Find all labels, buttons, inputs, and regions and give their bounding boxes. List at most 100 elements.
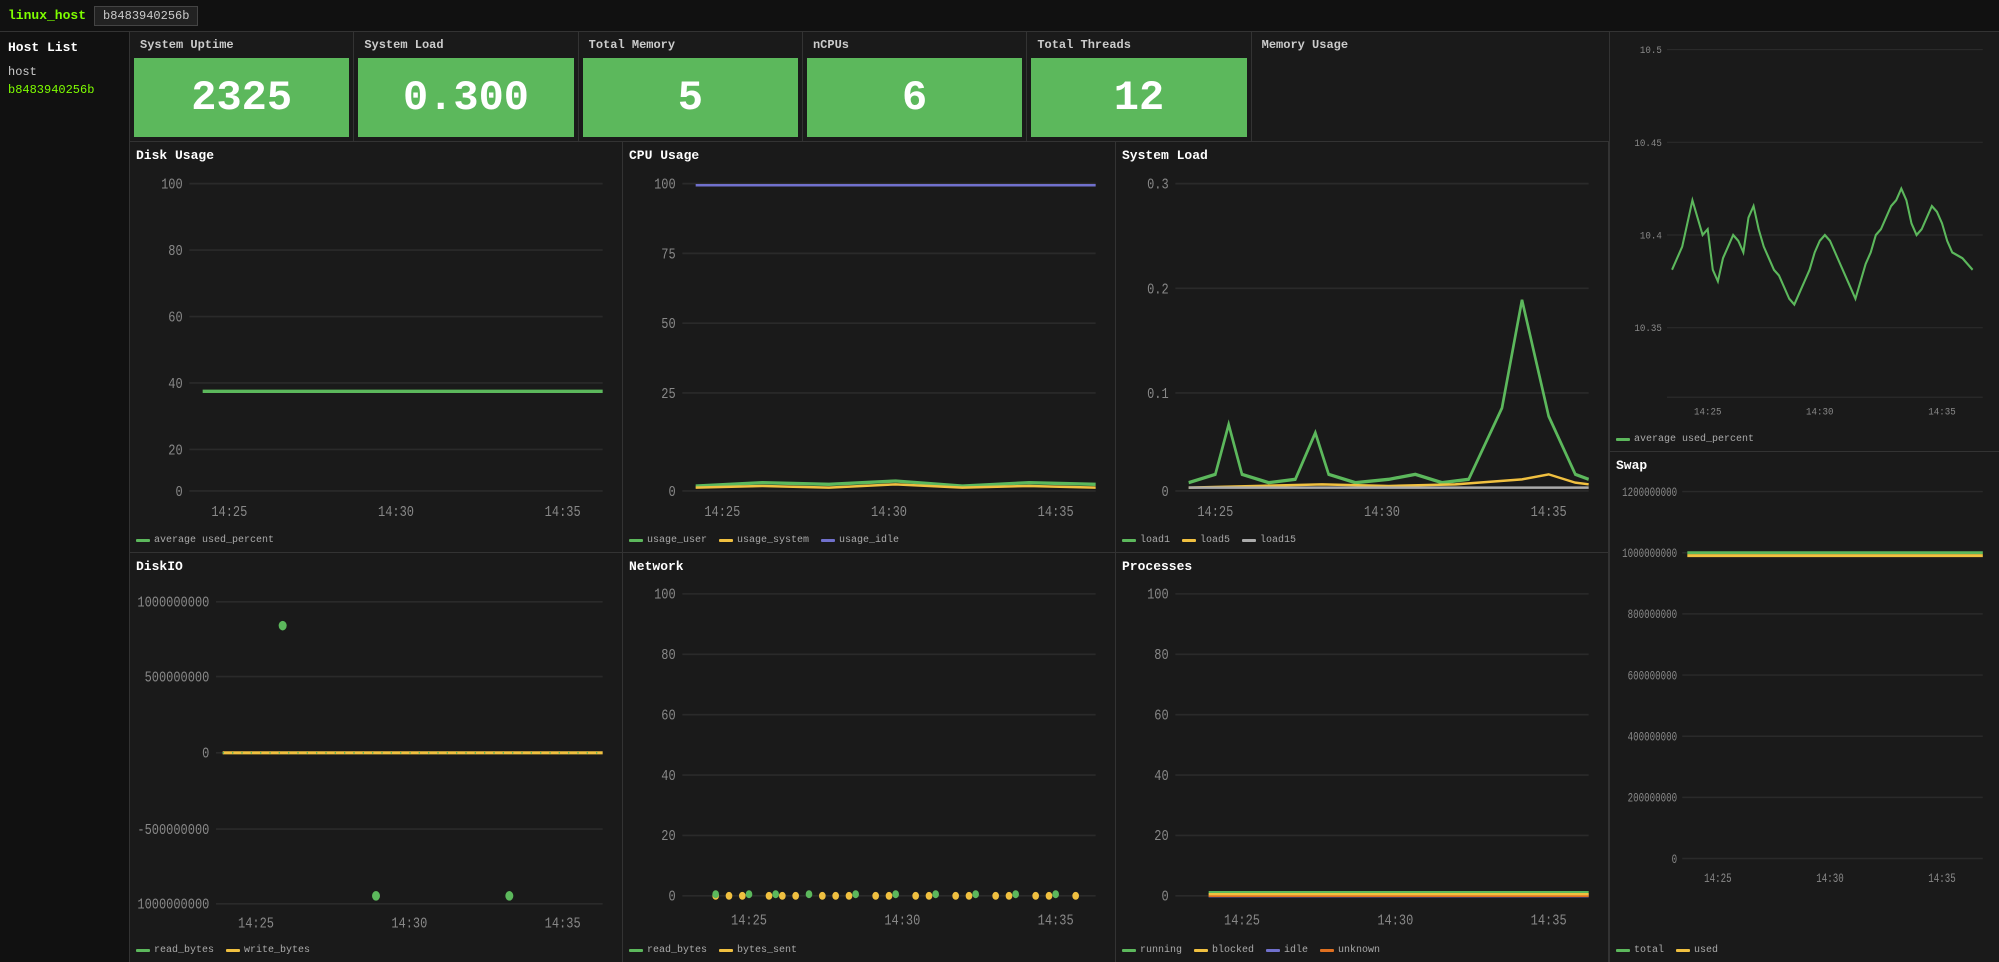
- system-load-title: System Load: [1122, 148, 1602, 163]
- legend-load5: load5: [1182, 535, 1230, 546]
- legend-idle: idle: [1266, 945, 1308, 956]
- svg-text:14:30: 14:30: [1377, 912, 1413, 928]
- svg-text:0: 0: [668, 485, 675, 502]
- svg-text:0: 0: [1672, 854, 1678, 868]
- swap-panel: Swap 1200000000 1000000000 800000000 600…: [1610, 452, 1999, 962]
- legend-blocked: blocked: [1194, 945, 1254, 956]
- stat-threads-value: 12: [1031, 58, 1246, 137]
- diskio-chart: 1000000000 500000000 0 -500000000 -10000…: [136, 578, 616, 944]
- svg-text:14:30: 14:30: [884, 912, 920, 928]
- host-id[interactable]: b8483940256b: [94, 6, 198, 26]
- svg-text:14:30: 14:30: [1816, 873, 1844, 887]
- legend-running: running: [1122, 945, 1182, 956]
- stat-ncpus: nCPUs 6: [803, 32, 1027, 141]
- stat-memory-usage-title: Memory Usage: [1252, 32, 1609, 54]
- swap-title: Swap: [1616, 458, 1993, 473]
- diskio-panel: DiskIO 1000000000 500000000 0 -500000000…: [130, 553, 623, 962]
- svg-text:14:35: 14:35: [1531, 505, 1567, 522]
- stat-memory-title: Total Memory: [579, 32, 802, 54]
- svg-text:1000000000: 1000000000: [137, 594, 209, 610]
- charts-row-2: DiskIO 1000000000 500000000 0 -500000000…: [130, 553, 1609, 962]
- svg-text:14:25: 14:25: [211, 505, 247, 522]
- network-title: Network: [629, 559, 1109, 574]
- stat-threads: Total Threads 12: [1027, 32, 1251, 141]
- memory-usage-chart: 10.5 10.45 10.4 10.35 14:25 14:30 14:35: [1616, 38, 1993, 432]
- svg-text:25: 25: [661, 387, 675, 404]
- legend-usage-idle: usage_idle: [821, 535, 899, 546]
- svg-text:14:35: 14:35: [545, 505, 581, 522]
- sidebar-item-host[interactable]: host: [8, 63, 121, 81]
- svg-text:40: 40: [1154, 767, 1168, 783]
- legend-swap-used: used: [1676, 945, 1718, 956]
- svg-text:14:30: 14:30: [391, 915, 427, 931]
- svg-text:14:35: 14:35: [1928, 406, 1956, 418]
- cpu-usage-title: CPU Usage: [629, 148, 1109, 163]
- main-content: System Uptime 2325 System Load 0.300 Tot…: [130, 32, 1609, 962]
- system-load-chart: 0.3 0.2 0.1 0 14:25 14:30 14:35: [1122, 167, 1602, 533]
- legend-load15: load15: [1242, 535, 1296, 546]
- svg-text:20: 20: [661, 828, 675, 844]
- svg-text:0: 0: [1161, 888, 1168, 904]
- stat-ncpus-value: 6: [807, 58, 1022, 137]
- stat-threads-title: Total Threads: [1027, 32, 1250, 54]
- legend-unknown: unknown: [1320, 945, 1380, 956]
- svg-text:400000000: 400000000: [1628, 731, 1678, 745]
- svg-text:14:35: 14:35: [1531, 912, 1567, 928]
- svg-text:-1000000000: -1000000000: [136, 896, 209, 912]
- svg-text:60: 60: [168, 310, 182, 327]
- cpu-usage-legend: usage_user usage_system usage_idle: [629, 535, 1109, 546]
- stat-load-value: 0.300: [358, 58, 573, 137]
- svg-text:14:25: 14:25: [1197, 505, 1233, 522]
- svg-text:14:30: 14:30: [871, 505, 907, 522]
- svg-text:0.2: 0.2: [1147, 282, 1169, 299]
- processes-title: Processes: [1122, 559, 1602, 574]
- svg-text:14:35: 14:35: [1928, 873, 1956, 887]
- legend-swap-total: total: [1616, 945, 1664, 956]
- stat-memory-value: 5: [583, 58, 798, 137]
- svg-text:14:25: 14:25: [1224, 912, 1260, 928]
- memory-usage-panel: 10.5 10.45 10.4 10.35 14:25 14:30 14:35 …: [1610, 32, 1999, 452]
- network-panel: Network 100 80 60 40 20 0: [623, 553, 1116, 962]
- svg-text:100: 100: [654, 178, 676, 195]
- svg-text:14:25: 14:25: [1694, 406, 1722, 418]
- stat-uptime-title: System Uptime: [130, 32, 353, 54]
- svg-text:40: 40: [661, 767, 675, 783]
- stat-memory-usage-header: Memory Usage: [1252, 32, 1609, 141]
- legend-read-bytes: read_bytes: [136, 945, 214, 956]
- svg-text:100: 100: [161, 178, 183, 195]
- legend-write-bytes: write_bytes: [226, 945, 310, 956]
- cpu-usage-panel: CPU Usage 100 75 50 25 0 14:25: [623, 142, 1116, 552]
- svg-text:75: 75: [661, 247, 675, 264]
- legend-mem-avg: average used_percent: [1616, 434, 1754, 445]
- memory-usage-legend: average used_percent: [1616, 434, 1993, 445]
- svg-text:14:25: 14:25: [731, 912, 767, 928]
- svg-text:80: 80: [661, 647, 675, 663]
- svg-text:0: 0: [1161, 485, 1168, 502]
- svg-text:20: 20: [168, 443, 182, 460]
- svg-text:1200000000: 1200000000: [1622, 487, 1677, 501]
- svg-text:10.5: 10.5: [1640, 45, 1662, 57]
- svg-text:1000000000: 1000000000: [1622, 548, 1677, 562]
- svg-text:80: 80: [168, 244, 182, 261]
- svg-text:200000000: 200000000: [1628, 792, 1678, 806]
- stat-load-title: System Load: [354, 32, 577, 54]
- stats-row: System Uptime 2325 System Load 0.300 Tot…: [130, 32, 1609, 142]
- svg-text:10.45: 10.45: [1634, 137, 1662, 149]
- legend-usage-system: usage_system: [719, 535, 809, 546]
- svg-text:80: 80: [1154, 647, 1168, 663]
- disk-usage-panel: Disk Usage 100 80 60 40: [130, 142, 623, 552]
- svg-text:60: 60: [1154, 707, 1168, 723]
- sidebar-item-id[interactable]: b8483940256b: [8, 81, 121, 99]
- disk-usage-title: Disk Usage: [136, 148, 616, 163]
- svg-text:14:25: 14:25: [238, 915, 274, 931]
- sidebar-title: Host List: [8, 40, 121, 55]
- main-layout: Host List host b8483940256b System Uptim…: [0, 32, 1999, 962]
- diskio-legend: read_bytes write_bytes: [136, 945, 616, 956]
- charts-row-1: Disk Usage 100 80 60 40: [130, 142, 1609, 553]
- svg-text:800000000: 800000000: [1628, 609, 1678, 623]
- stat-uptime: System Uptime 2325: [130, 32, 354, 141]
- svg-text:14:35: 14:35: [545, 915, 581, 931]
- svg-text:14:25: 14:25: [1704, 873, 1732, 887]
- svg-text:100: 100: [654, 586, 676, 602]
- host-label[interactable]: linux_host: [8, 8, 86, 23]
